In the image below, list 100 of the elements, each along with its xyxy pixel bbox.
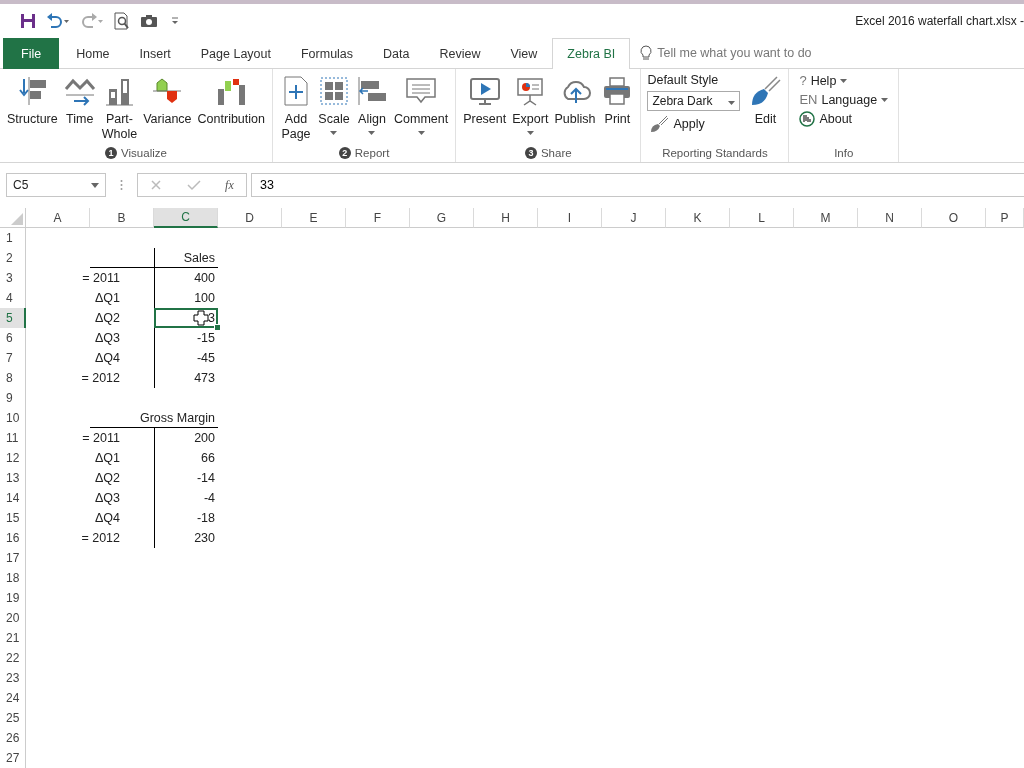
ribbon-tab[interactable]: Zebra BI — [552, 38, 631, 69]
table-cell: ΔQ3 — [94, 331, 120, 345]
row-header[interactable]: 14 — [0, 488, 26, 508]
column-header[interactable]: F — [346, 208, 410, 228]
ribbon-tab[interactable]: Insert — [124, 38, 186, 69]
row-header[interactable]: 16 — [0, 528, 26, 548]
lightbulb-icon — [640, 45, 653, 61]
ribbon-button[interactable]: Comment — [391, 73, 452, 144]
info-menu-item[interactable]: EN Language — [797, 92, 891, 107]
table-cell: ΔQ2 — [94, 311, 120, 325]
table-cell: Gross Margin — [139, 410, 215, 425]
column-header[interactable]: K — [666, 208, 730, 228]
undo-icon[interactable] — [46, 13, 70, 29]
brush-icon — [649, 115, 670, 133]
caret-icon — [728, 101, 736, 105]
about-icon — [799, 111, 816, 127]
ribbon-button[interactable]: Publish — [551, 73, 599, 144]
column-header[interactable]: E — [282, 208, 346, 228]
ribbon-tab[interactable]: Home — [61, 38, 125, 69]
row-header[interactable]: 1 — [0, 228, 26, 248]
row-header[interactable]: 15 — [0, 508, 26, 528]
style-dropdown[interactable]: Zebra Dark — [647, 91, 741, 111]
edit-button[interactable]: Edit — [746, 73, 785, 144]
ribbon-button[interactable]: Add Page — [277, 73, 315, 144]
table-cell: = 2011 — [82, 431, 120, 445]
row-header[interactable]: 3 — [0, 268, 26, 288]
column-header[interactable]: D — [218, 208, 282, 228]
camera-icon[interactable] — [140, 14, 158, 28]
column-header[interactable]: I — [538, 208, 602, 228]
tell-me-field[interactable]: Tell me what you want to do — [657, 46, 812, 60]
table-cell: = 2012 — [81, 531, 120, 545]
apply-button[interactable]: Apply — [647, 115, 741, 133]
row-header[interactable]: 8 — [0, 368, 26, 388]
row-header[interactable]: 20 — [0, 608, 26, 628]
column-header[interactable]: H — [474, 208, 538, 228]
column-header[interactable]: A — [26, 208, 90, 228]
checkmark-icon[interactable] — [186, 179, 201, 191]
ribbon-button[interactable]: Variance — [140, 73, 195, 144]
ribbon-tab[interactable]: Formulas — [285, 38, 369, 69]
ribbon-tab[interactable]: Page Layout — [185, 38, 286, 69]
ribbon-button[interactable]: Contribution — [194, 73, 268, 144]
row-header[interactable]: 10 — [0, 408, 26, 428]
row-header[interactable]: 17 — [0, 548, 26, 568]
ribbon-button[interactable]: Print — [598, 73, 637, 144]
drag-handle-icon[interactable] — [120, 179, 123, 191]
row-header[interactable]: 26 — [0, 728, 26, 748]
row-header[interactable]: 23 — [0, 668, 26, 688]
grid-icon — [318, 75, 350, 107]
ribbon-button[interactable]: Align — [353, 73, 391, 144]
ribbon-button[interactable]: Part- Whole — [98, 73, 141, 144]
row-header[interactable]: 5 — [0, 308, 26, 328]
monitor-play-icon — [468, 75, 501, 107]
row-header[interactable]: 7 — [0, 348, 26, 368]
ribbon-tab[interactable]: File — [3, 38, 60, 69]
table-cell: 100 — [194, 291, 215, 305]
table-cell: ΔQ3 — [94, 491, 120, 505]
row-header[interactable]: 25 — [0, 708, 26, 728]
ribbon-tab[interactable]: Review — [424, 38, 496, 69]
window-title: Excel 2016 waterfall chart.xlsx - — [855, 14, 1024, 28]
row-header[interactable]: 12 — [0, 448, 26, 468]
ribbon-button[interactable]: Present — [460, 73, 510, 144]
row-header[interactable]: 24 — [0, 688, 26, 708]
name-box[interactable]: C5 — [6, 173, 106, 197]
column-header[interactable]: M — [794, 208, 858, 228]
ribbon-button[interactable]: Scale — [315, 73, 353, 144]
column-header[interactable]: G — [410, 208, 474, 228]
align-left-icon — [356, 75, 388, 107]
row-header[interactable]: 22 — [0, 648, 26, 668]
row-header[interactable]: 21 — [0, 628, 26, 648]
fill-handle[interactable] — [214, 324, 221, 331]
column-header[interactable]: J — [602, 208, 666, 228]
row-header[interactable]: 9 — [0, 388, 26, 408]
column-header[interactable]: P — [986, 208, 1024, 228]
info-menu-item[interactable]: ? Help — [797, 73, 891, 88]
row-header[interactable]: 2 — [0, 248, 26, 268]
ribbon-tab[interactable]: View — [495, 38, 553, 69]
row-header[interactable]: 6 — [0, 328, 26, 348]
ribbon-tab[interactable]: Data — [368, 38, 425, 69]
ribbon-button[interactable]: Export — [509, 73, 552, 144]
table-cell: = 2011 — [82, 271, 120, 285]
column-header[interactable]: O — [922, 208, 986, 228]
step-number: 1 — [105, 147, 118, 159]
print-preview-icon[interactable] — [114, 12, 130, 30]
table-cell: 66 — [201, 451, 215, 465]
row-header[interactable]: 19 — [0, 588, 26, 608]
column-header[interactable]: C — [154, 208, 218, 228]
table-cell: -4 — [203, 491, 215, 505]
row-header[interactable]: 27 — [0, 748, 26, 768]
column-header[interactable]: N — [858, 208, 922, 228]
insert-function-button[interactable]: fx — [225, 177, 234, 193]
ribbon-button[interactable]: Structure — [4, 73, 61, 144]
row-header[interactable]: 13 — [0, 468, 26, 488]
group-label: Share — [540, 147, 572, 159]
row-header[interactable]: 11 — [0, 428, 26, 448]
ribbon-button[interactable]: Time — [60, 73, 99, 144]
column-header[interactable]: L — [730, 208, 794, 228]
info-menu-item[interactable]: About — [797, 111, 891, 127]
row-header[interactable]: 18 — [0, 568, 26, 588]
formula-input[interactable]: 33 — [251, 173, 1024, 197]
step-number: 3 — [524, 147, 537, 159]
